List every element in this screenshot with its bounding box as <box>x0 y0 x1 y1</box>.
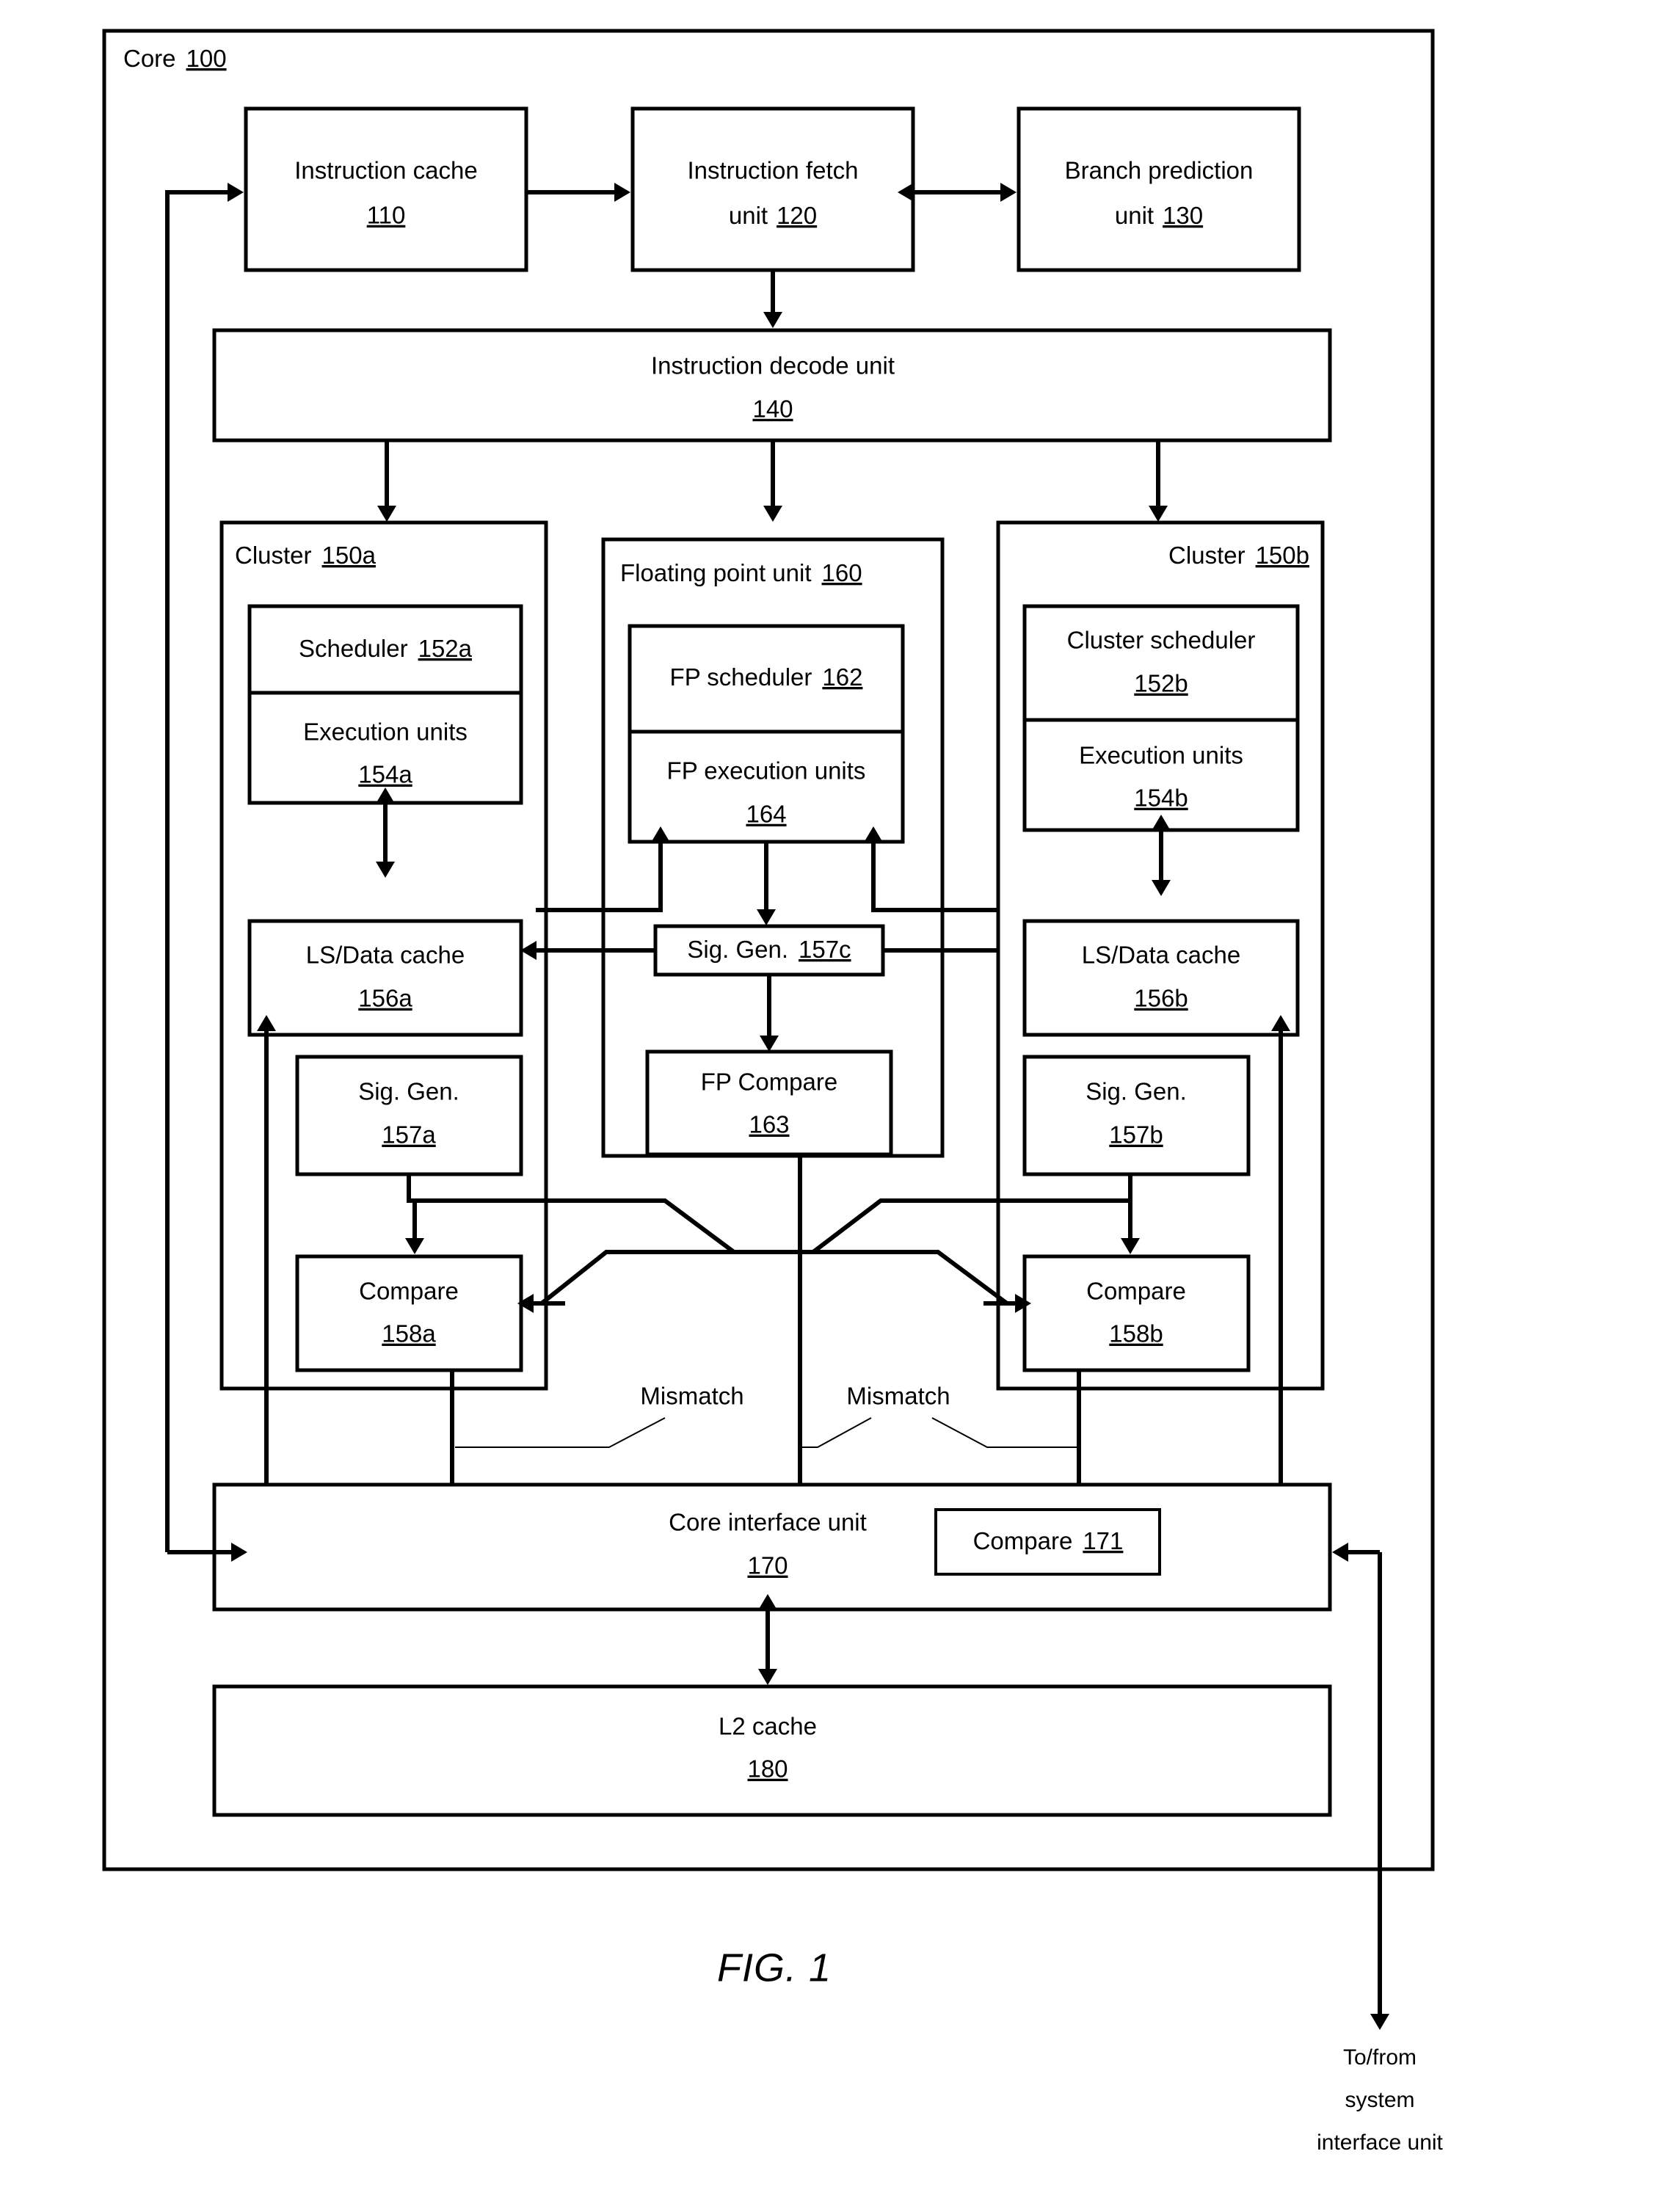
compare-a-box[interactable] <box>295 1254 523 1372</box>
instruction-decode-unit-label: Instruction decode unit <box>651 352 895 379</box>
compare-171-label: Compare 171 <box>973 1527 1124 1554</box>
instruction-decode-unit-box[interactable] <box>212 328 1332 443</box>
fp-execution-units-ref: 164 <box>746 801 786 828</box>
fp-execution-units-label: FP execution units <box>667 757 866 785</box>
cluster-scheduler-b-ref: 152b <box>1134 670 1188 697</box>
cluster-b-label: Cluster 150b <box>1168 542 1309 569</box>
execution-units-a-ref: 154a <box>358 761 412 788</box>
sig-gen-b-box[interactable] <box>1022 1055 1251 1176</box>
patent-figure-page: Core 100 Instruction cache 110 Instructio… <box>0 0 1680 2198</box>
ls-data-cache-b-box[interactable] <box>1022 919 1300 1037</box>
fp-scheduler-label: FP scheduler 162 <box>670 663 863 691</box>
instruction-cache-box[interactable] <box>244 106 528 272</box>
system-interface-note-line1: To/from <box>1343 2045 1417 2070</box>
execution-units-a-label: Execution units <box>303 718 468 746</box>
scheduler-a-label: Scheduler 152a <box>299 635 473 662</box>
core-interface-unit-box[interactable] <box>212 1482 1332 1612</box>
ls-data-cache-a-label: LS/Data cache <box>306 942 465 969</box>
fp-compare-ref: 163 <box>749 1111 789 1138</box>
mismatch-right-label: Mismatch <box>846 1383 950 1410</box>
figure-caption: FIG. 1 <box>717 1946 832 1990</box>
core-interface-unit-ref: 170 <box>747 1552 788 1579</box>
system-interface-note-line2: system <box>1345 2088 1414 2112</box>
execution-units-b-ref: 154b <box>1134 785 1188 812</box>
floating-point-unit-label: Floating point unit 160 <box>620 559 862 586</box>
sig-gen-b-label: Sig. Gen. <box>1086 1078 1187 1105</box>
sig-gen-a-box[interactable] <box>295 1055 523 1176</box>
ls-data-cache-a-ref: 156a <box>358 985 412 1012</box>
fp-compare-box[interactable] <box>645 1049 893 1157</box>
instruction-cache-ref: 110 <box>367 202 406 229</box>
compare-a-ref: 158a <box>382 1320 436 1347</box>
branch-prediction-unit-box[interactable] <box>1017 106 1301 272</box>
cluster-scheduler-b-box[interactable] <box>1022 604 1300 722</box>
core-interface-unit-label: Core interface unit <box>669 1509 867 1536</box>
sig-gen-b-ref: 157b <box>1109 1121 1163 1149</box>
cluster-a-label: Cluster 150a <box>235 542 377 569</box>
branch-prediction-unit-label: Branch prediction <box>1065 157 1254 184</box>
compare-a-label: Compare <box>359 1278 459 1305</box>
instruction-decode-unit-ref: 140 <box>752 396 793 423</box>
ls-data-cache-b-label: LS/Data cache <box>1082 942 1240 969</box>
sig-gen-a-ref: 157a <box>382 1121 436 1149</box>
l2-cache-label: L2 cache <box>719 1713 817 1740</box>
ls-data-cache-a-box[interactable] <box>247 919 523 1037</box>
cluster-scheduler-b-label: Cluster scheduler <box>1067 627 1256 654</box>
core-label: Core 100 <box>123 45 227 72</box>
l2-cache-box[interactable] <box>212 1684 1332 1817</box>
sig-gen-a-label: Sig. Gen. <box>358 1078 459 1105</box>
execution-units-b-box[interactable] <box>1022 718 1300 832</box>
mismatch-left-label: Mismatch <box>640 1383 743 1410</box>
compare-b-ref: 158b <box>1109 1320 1163 1347</box>
compare-b-label: Compare <box>1086 1278 1186 1305</box>
sig-gen-c-label: Sig. Gen. 157c <box>687 936 851 963</box>
instruction-cache-label: Instruction cache <box>294 157 477 184</box>
ls-data-cache-b-ref: 156b <box>1134 985 1188 1012</box>
l2-cache-ref: 180 <box>747 1755 788 1783</box>
compare-b-box[interactable] <box>1022 1254 1251 1372</box>
instruction-fetch-unit-box[interactable] <box>630 106 915 272</box>
fp-compare-label: FP Compare <box>701 1069 837 1096</box>
system-interface-note-line3: interface unit <box>1317 2130 1443 2155</box>
instruction-fetch-unit-label: Instruction fetch <box>688 157 859 184</box>
execution-units-b-label: Execution units <box>1079 742 1243 769</box>
core-block-diagram: Core 100 Instruction cache 110 Instructio… <box>0 0 1680 2198</box>
